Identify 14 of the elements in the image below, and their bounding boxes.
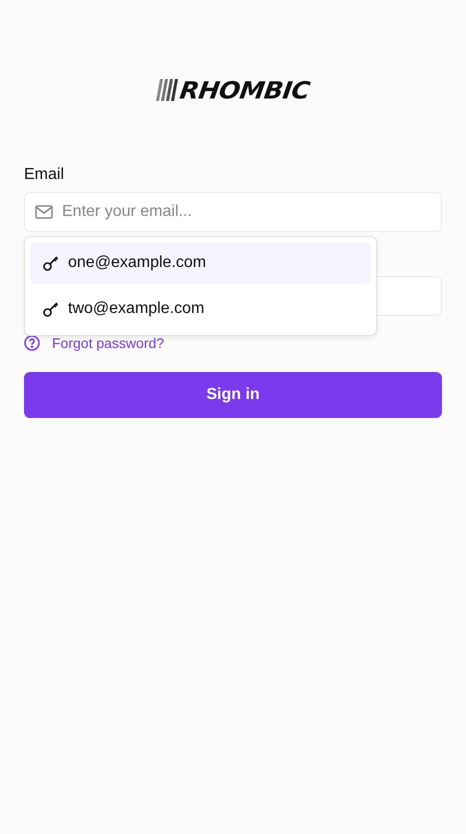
- email-field[interactable]: Enter your email...: [24, 192, 442, 232]
- forgot-password-link[interactable]: Forgot password?: [52, 335, 164, 351]
- suggestion-text: one@example.com: [68, 254, 206, 272]
- suggestion-text: two@example.com: [68, 300, 204, 318]
- suggestion-item[interactable]: one@example.com: [30, 242, 371, 284]
- mail-icon: [35, 205, 53, 219]
- suggestion-item[interactable]: two@example.com: [30, 288, 371, 330]
- sign-in-button[interactable]: Sign in: [24, 372, 442, 418]
- key-icon: [42, 254, 60, 272]
- key-icon: [42, 300, 60, 318]
- email-label: Email: [24, 166, 66, 184]
- help-icon: [24, 335, 40, 351]
- logo: RHOMBIC: [178, 76, 312, 104]
- stripes-icon: [156, 79, 178, 101]
